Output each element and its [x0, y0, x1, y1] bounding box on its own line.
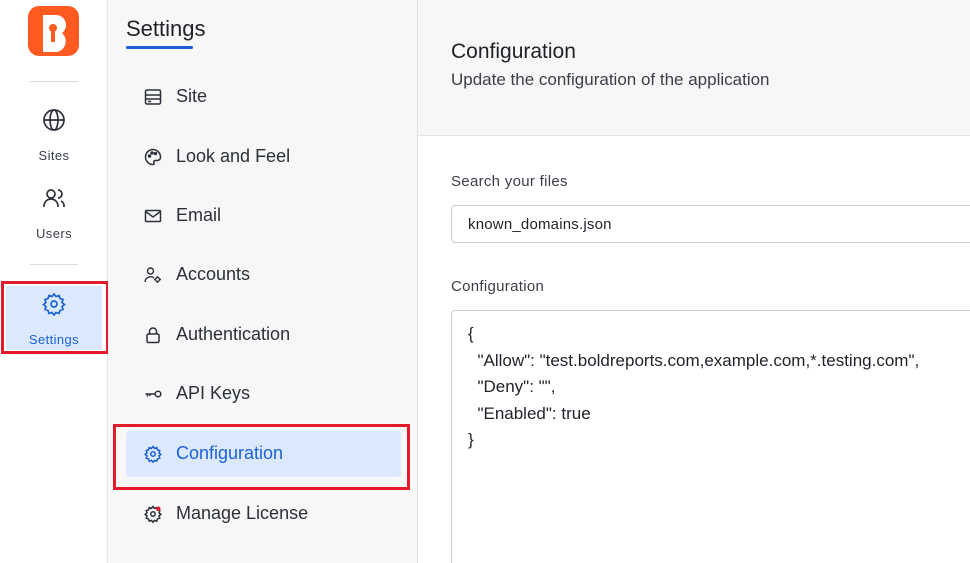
- menu-item-label: Site: [176, 86, 208, 106]
- globe-icon: [42, 108, 66, 132]
- account-settings-icon: [144, 266, 162, 284]
- menu-item-label: Email: [176, 205, 222, 225]
- menu-item-accounts[interactable]: Accounts: [126, 252, 401, 298]
- highlight-box-configuration: [113, 424, 410, 490]
- rail-divider: [30, 81, 78, 82]
- search-files-input[interactable]: [451, 205, 970, 243]
- menu-title: Settings: [126, 16, 206, 41]
- rail-item-label: Sites: [38, 148, 70, 163]
- lock-icon: [144, 326, 162, 344]
- rail-item-sites[interactable]: Sites: [6, 108, 102, 176]
- license-gear-icon: [143, 505, 163, 524]
- palette-icon: [144, 148, 162, 166]
- menu-item-label: Manage License: [176, 503, 309, 523]
- page-title: Configuration: [451, 40, 576, 63]
- configuration-label: Configuration: [451, 278, 545, 295]
- search-files-label: Search your files: [451, 173, 568, 190]
- menu-item-look-and-feel[interactable]: Look and Feel: [126, 134, 401, 180]
- configuration-editor[interactable]: { "Allow": "test.boldreports.com,example…: [451, 310, 970, 563]
- menu-item-email[interactable]: Email: [126, 193, 401, 239]
- highlight-box-settings: [1, 281, 109, 354]
- page-header: Configuration Update the configuration o…: [418, 0, 970, 136]
- menu-item-label: Authentication: [176, 324, 291, 344]
- users-icon: [42, 186, 66, 210]
- menu-title-underline: [126, 46, 193, 49]
- page-subtitle: Update the configuration of the applicat…: [451, 70, 770, 89]
- main-content: Configuration Update the configuration o…: [418, 0, 970, 563]
- key-icon: [144, 385, 162, 403]
- rail-item-label: Users: [36, 226, 72, 241]
- menu-item-site[interactable]: Site: [126, 74, 401, 120]
- logo-icon: [43, 15, 66, 52]
- site-icon: [144, 88, 162, 106]
- menu-item-api-keys[interactable]: API Keys: [126, 371, 401, 417]
- app-logo[interactable]: [28, 6, 79, 56]
- menu-item-label: Accounts: [176, 264, 251, 284]
- rail-item-users[interactable]: Users: [6, 186, 102, 254]
- rail-divider: [30, 264, 78, 265]
- mail-icon: [144, 207, 162, 225]
- menu-item-label: API Keys: [176, 383, 251, 403]
- menu-item-authentication[interactable]: Authentication: [126, 312, 401, 358]
- menu-item-label: Look and Feel: [176, 146, 291, 166]
- menu-item-manage-license[interactable]: Manage License: [126, 491, 401, 537]
